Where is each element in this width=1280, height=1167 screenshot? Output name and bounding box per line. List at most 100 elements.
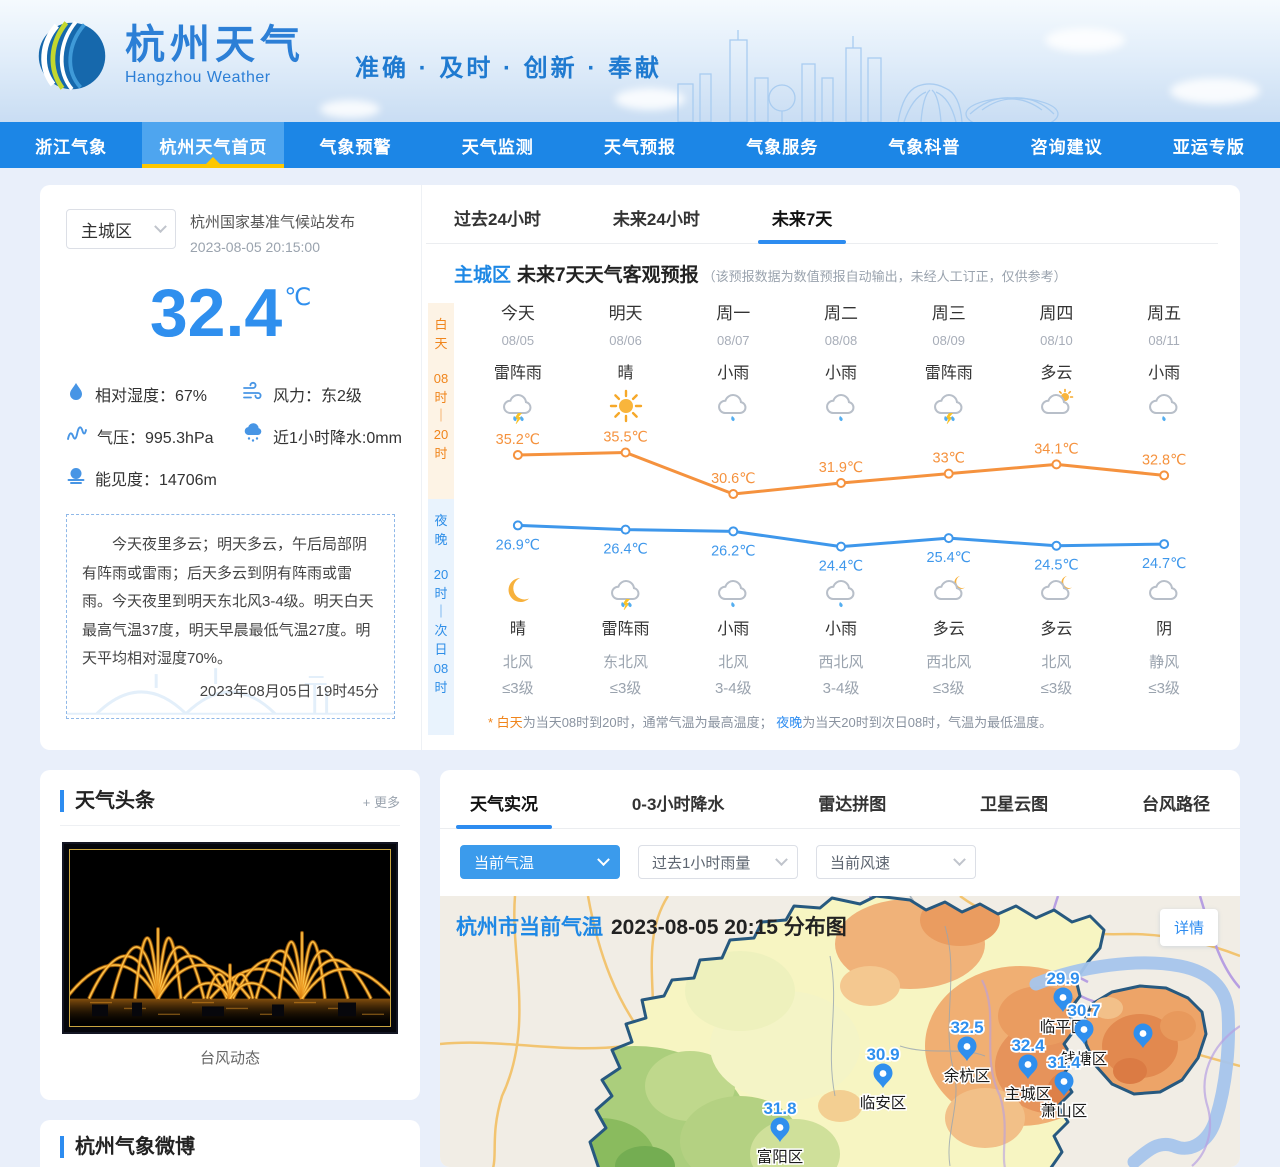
headline-caption[interactable]: 台风动态 — [60, 1047, 400, 1068]
day-weather: 晴 — [617, 365, 634, 382]
select-value: 过去1小时雨量 — [652, 854, 751, 872]
site-logo[interactable]: 杭州天气 Hangzhou Weather — [34, 18, 305, 94]
day-date: 08/09 — [932, 333, 965, 348]
district-value: 主城区 — [81, 221, 132, 241]
nav-item-7[interactable]: 咨询建议 — [996, 122, 1138, 168]
tab-1[interactable]: 0-3小时降水 — [632, 790, 725, 828]
rain-icon — [787, 386, 895, 426]
temp-label: 24.5℃ — [1034, 558, 1078, 572]
wind-level: 3-4级 — [822, 680, 860, 697]
publish-time: 2023-08-05 20:15:00 — [190, 239, 320, 255]
night-weather: 多云 — [1040, 621, 1073, 638]
visibility-icon — [66, 465, 86, 490]
wind-level: ≤3级 — [1148, 680, 1180, 697]
night-forecast-row: 晴北风 ≤3级 雷阵雨 东北风 ≤3级 小雨 北风 3-4级 小雨 西北风 3-4级 多云 西北风 ≤3级… — [464, 574, 1218, 698]
temp-label: 30.6℃ — [711, 471, 755, 487]
station-name-label: 余杭区 — [944, 1066, 991, 1085]
night-column-5: 多云 北风 ≤3级 — [1003, 574, 1111, 698]
temperature-unit: ℃ — [284, 284, 312, 311]
station-temp-label: 32.5 — [950, 1018, 983, 1037]
page: 杭州天气 Hangzhou Weather 准确 · 及时 · 创新 · 奉献 … — [0, 0, 1280, 1167]
wind-level: ≤3级 — [932, 680, 965, 697]
night-weather: 晴 — [509, 621, 526, 638]
day-weather: 小雨 — [1148, 365, 1181, 382]
wind-direction: 北风 — [718, 654, 749, 671]
stat-label: 近1小时降水:0mm — [273, 429, 402, 447]
station-temp-label: 30.9 — [866, 1045, 899, 1064]
cloud-art — [1170, 78, 1260, 104]
tab-0[interactable]: 过去24小时 — [454, 205, 541, 243]
nav-item-3[interactable]: 天气监测 — [427, 122, 569, 168]
stat-label: 相对湿度：67% — [95, 387, 208, 405]
day-strip: 白天 08 时｜ 20 时 — [428, 303, 454, 499]
fountain-photo-art — [70, 850, 390, 1026]
nav-item-0[interactable]: 浙江气象 — [0, 122, 142, 168]
temp-label: 24.4℃ — [819, 559, 863, 572]
logo-subtitle: Hangzhou Weather — [125, 69, 271, 86]
temp-label: 35.5℃ — [603, 430, 647, 445]
cloud-moon-icon — [895, 574, 1003, 610]
tab-2[interactable]: 未来7天 — [757, 205, 847, 244]
day-date: 08/05 — [501, 333, 535, 348]
map-title-highlight: 杭州市当前气温 — [456, 916, 603, 939]
tab-0[interactable]: 天气实况 — [456, 790, 552, 829]
night-column-2: 小雨 北风 3-4级 — [679, 574, 787, 698]
temperature-chart: 35.2℃ 35.5℃ 30.6℃ 31.9℃ 33℃ 34.1℃ 32.8℃ 26.9℃ 26… — [496, 430, 1187, 572]
select-value: 当前气温 — [474, 854, 535, 872]
wind-level: ≤3级 — [502, 680, 534, 697]
sun-icon — [572, 386, 680, 426]
tab-2[interactable]: 雷达拼图 — [818, 790, 886, 828]
wind-direction: 西北风 — [926, 654, 972, 671]
day-weather: 小雨 — [717, 365, 750, 382]
humidity-icon — [66, 381, 86, 406]
headline-image[interactable] — [62, 842, 398, 1034]
stat-label: 能见度：14706m — [95, 471, 217, 489]
night-column-3: 小雨 西北风 3-4级 — [787, 574, 895, 698]
nav-item-2[interactable]: 气象预警 — [284, 122, 426, 168]
headlines-title: 天气头条 — [60, 790, 155, 812]
night-column-1: 雷阵雨 东北风 ≤3级 — [572, 574, 680, 698]
day-name: 周二 — [823, 304, 858, 323]
wind-direction: 东北风 — [603, 654, 649, 671]
nav-item-6[interactable]: 气象科普 — [853, 122, 995, 168]
logo-icon — [34, 18, 110, 94]
nav-item-8[interactable]: 亚运专版 — [1138, 122, 1280, 168]
station-name-label: 主城区 — [1005, 1085, 1052, 1103]
layer-select-2[interactable]: 当前风速 — [816, 845, 976, 879]
temp-label: 24.7℃ — [1142, 556, 1186, 572]
thunderstorm-icon — [464, 386, 572, 426]
station-temp-label: 32.4 — [1011, 1036, 1045, 1055]
day-name: 周三 — [931, 304, 966, 323]
layer-select-0[interactable]: 当前气温 — [460, 845, 620, 879]
tab-3[interactable]: 卫星云图 — [980, 790, 1048, 828]
map-title: 杭州市当前气温 2023-08-05 20:15 分布图 — [456, 911, 847, 941]
district-select[interactable]: 主城区 — [66, 209, 176, 249]
stat-label: 风力：东2级 — [273, 387, 362, 405]
nav-item-5[interactable]: 气象服务 — [711, 122, 853, 168]
content: 主城区 杭州国家基准气候站发布 2023-08-05 20:15:00 32.4… — [0, 168, 1280, 1167]
day-weather: 多云 — [1040, 365, 1073, 382]
layer-select-1[interactable]: 过去1小时雨量 — [638, 845, 798, 879]
temp-label: 35.2℃ — [496, 432, 540, 448]
tab-1[interactable]: 未来24小时 — [613, 205, 700, 243]
temperature-map[interactable]: 30.9 临安区 32.5 余杭区 32.4 主城区 29.9 临平区 30.7 钱塘区 31.4 萧… — [440, 896, 1240, 1167]
tab-4[interactable]: 台风路径 — [1142, 790, 1210, 828]
map-detail-button[interactable]: 详情 — [1159, 909, 1218, 946]
panel-title-note: （该预报数据为数值预报自动输出，未经人工订正，仅供参考） — [702, 269, 1067, 284]
rain-icon — [679, 386, 787, 426]
forecast-issue-time: 2023年08月05日 19时45分 — [199, 682, 379, 700]
site-header: 杭州天气 Hangzhou Weather 准确 · 及时 · 创新 · 奉献 — [0, 0, 1280, 122]
day-date: 08/07 — [717, 333, 750, 348]
live-weather-card: 天气实况 0-3小时降水 雷达拼图 卫星云图 台风路径 当前气温 过去1小时雨量 当前风速 — [440, 770, 1240, 1167]
temp-label: 26.2℃ — [711, 543, 755, 559]
nav-item-4[interactable]: 天气预报 — [569, 122, 711, 168]
temp-label: 26.9℃ — [496, 537, 540, 553]
station-name-label: 萧山区 — [1041, 1102, 1088, 1120]
map-title-rest: 2023-08-05 20:15 分布图 — [611, 916, 847, 939]
time-strip: 白天 08 时｜ 20 时 夜晚 20 时｜次日 08 时 — [428, 303, 454, 750]
night-column-0: 晴北风 ≤3级 — [464, 574, 572, 698]
nav-item-1[interactable]: 杭州天气首页 — [142, 122, 285, 168]
more-link[interactable]: + 更多 — [363, 792, 400, 811]
stat-4: 能见度：14706m — [66, 465, 242, 490]
day-weather: 小雨 — [824, 365, 857, 382]
